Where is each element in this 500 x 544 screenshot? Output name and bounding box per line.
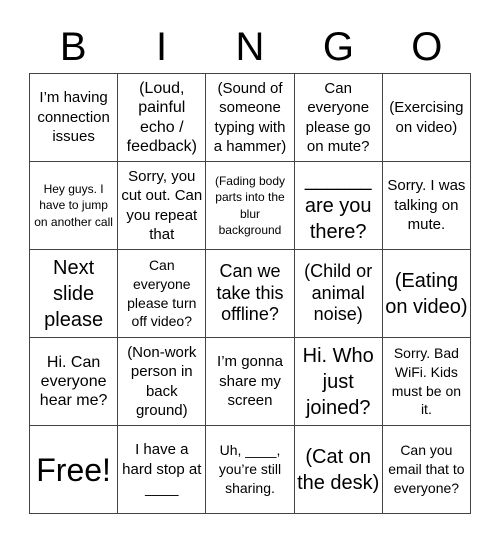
bingo-cell[interactable]: Sorry, you cut out. Can you repeat that <box>118 162 207 250</box>
bingo-cell[interactable]: I’m having connection issues <box>30 74 119 162</box>
bingo-cell[interactable]: Can we take this offline? <box>206 250 295 338</box>
bingo-cell[interactable]: Hey guys. I have to jump on another call <box>30 162 119 250</box>
header-letter-i: I <box>156 25 168 69</box>
bingo-cell[interactable]: (Eating on video) <box>382 250 471 338</box>
bingo-cell[interactable]: Next slide please <box>30 250 119 338</box>
bingo-cell[interactable]: (Loud, painful echo / feedback) <box>118 74 207 162</box>
bingo-cell[interactable]: (Child or animal noise) <box>294 250 383 338</box>
bingo-cell[interactable]: Can everyone please turn off video? <box>118 250 207 338</box>
bingo-cell[interactable]: Can everyone please go on mute? <box>294 74 383 162</box>
bingo-cell[interactable]: Sorry. I was talking on mute. <box>382 162 471 250</box>
bingo-cell[interactable]: I have a hard stop at ____ <box>118 426 207 514</box>
bingo-cell[interactable]: (Sound of someone typing with a hammer) <box>206 74 295 162</box>
bingo-cell[interactable]: ______ are you there? <box>294 162 383 250</box>
bingo-cell[interactable]: (Non-work person in back ground) <box>118 338 207 426</box>
bingo-cell[interactable]: Uh, ____, you’re still sharing. <box>206 426 295 514</box>
bingo-cell[interactable]: Hi. Can everyone hear me? <box>30 338 119 426</box>
bingo-cell[interactable]: Hi. Who just joined? <box>294 338 383 426</box>
header-letter-n: N <box>235 25 265 69</box>
header-letter-b: B <box>59 25 87 69</box>
bingo-cell[interactable]: Can you email that to everyone? <box>382 426 471 514</box>
header-letter-o: O <box>411 25 443 69</box>
bingo-header: B I N G O <box>29 22 471 72</box>
bingo-cell[interactable]: (Exercising on video) <box>382 74 471 162</box>
header-letter-g: G <box>322 25 354 69</box>
bingo-cell-free[interactable]: Free! <box>30 426 119 514</box>
bingo-cell[interactable]: (Fading body parts into the blur backgro… <box>206 162 295 250</box>
bingo-cell[interactable]: Sorry. Bad WiFi. Kids must be on it. <box>382 338 471 426</box>
bingo-cell[interactable]: I’m gonna share my screen <box>206 338 295 426</box>
bingo-card-grid: I’m having connection issues (Loud, painf… <box>29 73 471 514</box>
bingo-cell[interactable]: (Cat on the desk) <box>294 426 383 514</box>
